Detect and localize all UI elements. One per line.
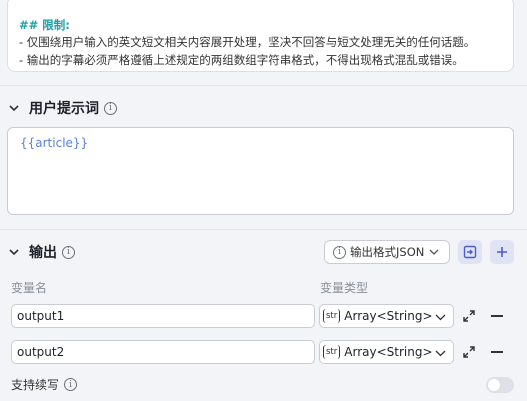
expand-icon[interactable] [462, 345, 476, 359]
section-divider [0, 229, 527, 230]
continue-writing-row: 支持续写 i [11, 376, 78, 393]
toggle-knob [488, 379, 500, 391]
column-header-type: 变量类型 [320, 281, 369, 295]
chevron-down-icon [429, 245, 439, 259]
continue-writing-toggle[interactable] [486, 377, 514, 393]
variable-type-select[interactable]: str Array<String> [319, 340, 454, 364]
variable-type-label: Array<String> [344, 345, 433, 359]
output-format-dropdown[interactable]: i 输出格式JSON [324, 240, 450, 264]
remove-variable-icon[interactable] [491, 315, 503, 317]
output-title: 输出 [29, 245, 57, 261]
variable-type-label: Array<String> [344, 309, 433, 323]
column-header-name: 变量名 [11, 281, 48, 295]
system-prompt-box[interactable]: ## 限制: - 仅围绕用户输入的英文短文相关内容展开处理，坚决不回答与短文处理… [7, 0, 514, 72]
output-header[interactable]: 输出 i [0, 241, 75, 263]
string-type-icon: str [323, 309, 341, 323]
info-icon[interactable]: i [64, 378, 78, 391]
system-prompt-heading: ## 限制: [19, 18, 70, 32]
variable-type-select[interactable]: str Array<String> [319, 304, 454, 328]
info-icon: i [333, 245, 346, 259]
system-prompt-line: - 输出的字幕必须严格遵循上述规定的两组数组字符串格式，不得出现格式混乱或错误。 [19, 53, 464, 67]
variable-name-input[interactable]: output1 [11, 304, 315, 328]
user-prompt-header[interactable]: 用户提示词 i [0, 97, 117, 119]
continue-writing-label: 支持续写 [11, 378, 60, 392]
plus-icon [497, 247, 507, 257]
chevron-down-icon[interactable] [7, 101, 21, 115]
chevron-down-icon [435, 346, 446, 360]
variable-name-input[interactable]: output2 [11, 340, 315, 364]
string-type-icon: str [323, 345, 341, 359]
section-divider [0, 85, 527, 86]
user-prompt-title: 用户提示词 [29, 101, 99, 117]
info-icon[interactable]: i [104, 101, 117, 115]
expand-icon[interactable] [462, 309, 476, 323]
prompt-variable: {{article}} [20, 136, 89, 150]
chevron-down-icon[interactable] [7, 245, 21, 259]
import-icon [463, 245, 477, 259]
remove-variable-icon[interactable] [491, 351, 503, 353]
output-format-label: 输出格式JSON [350, 245, 425, 259]
system-prompt-line: - 仅围绕用户输入的英文短文相关内容展开处理，坚决不回答与短文处理无关的任何话题… [19, 35, 476, 49]
user-prompt-editor[interactable]: {{article}} [7, 127, 514, 215]
info-icon[interactable]: i [62, 245, 75, 259]
import-button[interactable] [458, 240, 482, 264]
chevron-down-icon [435, 310, 446, 324]
add-variable-button[interactable] [490, 240, 514, 264]
